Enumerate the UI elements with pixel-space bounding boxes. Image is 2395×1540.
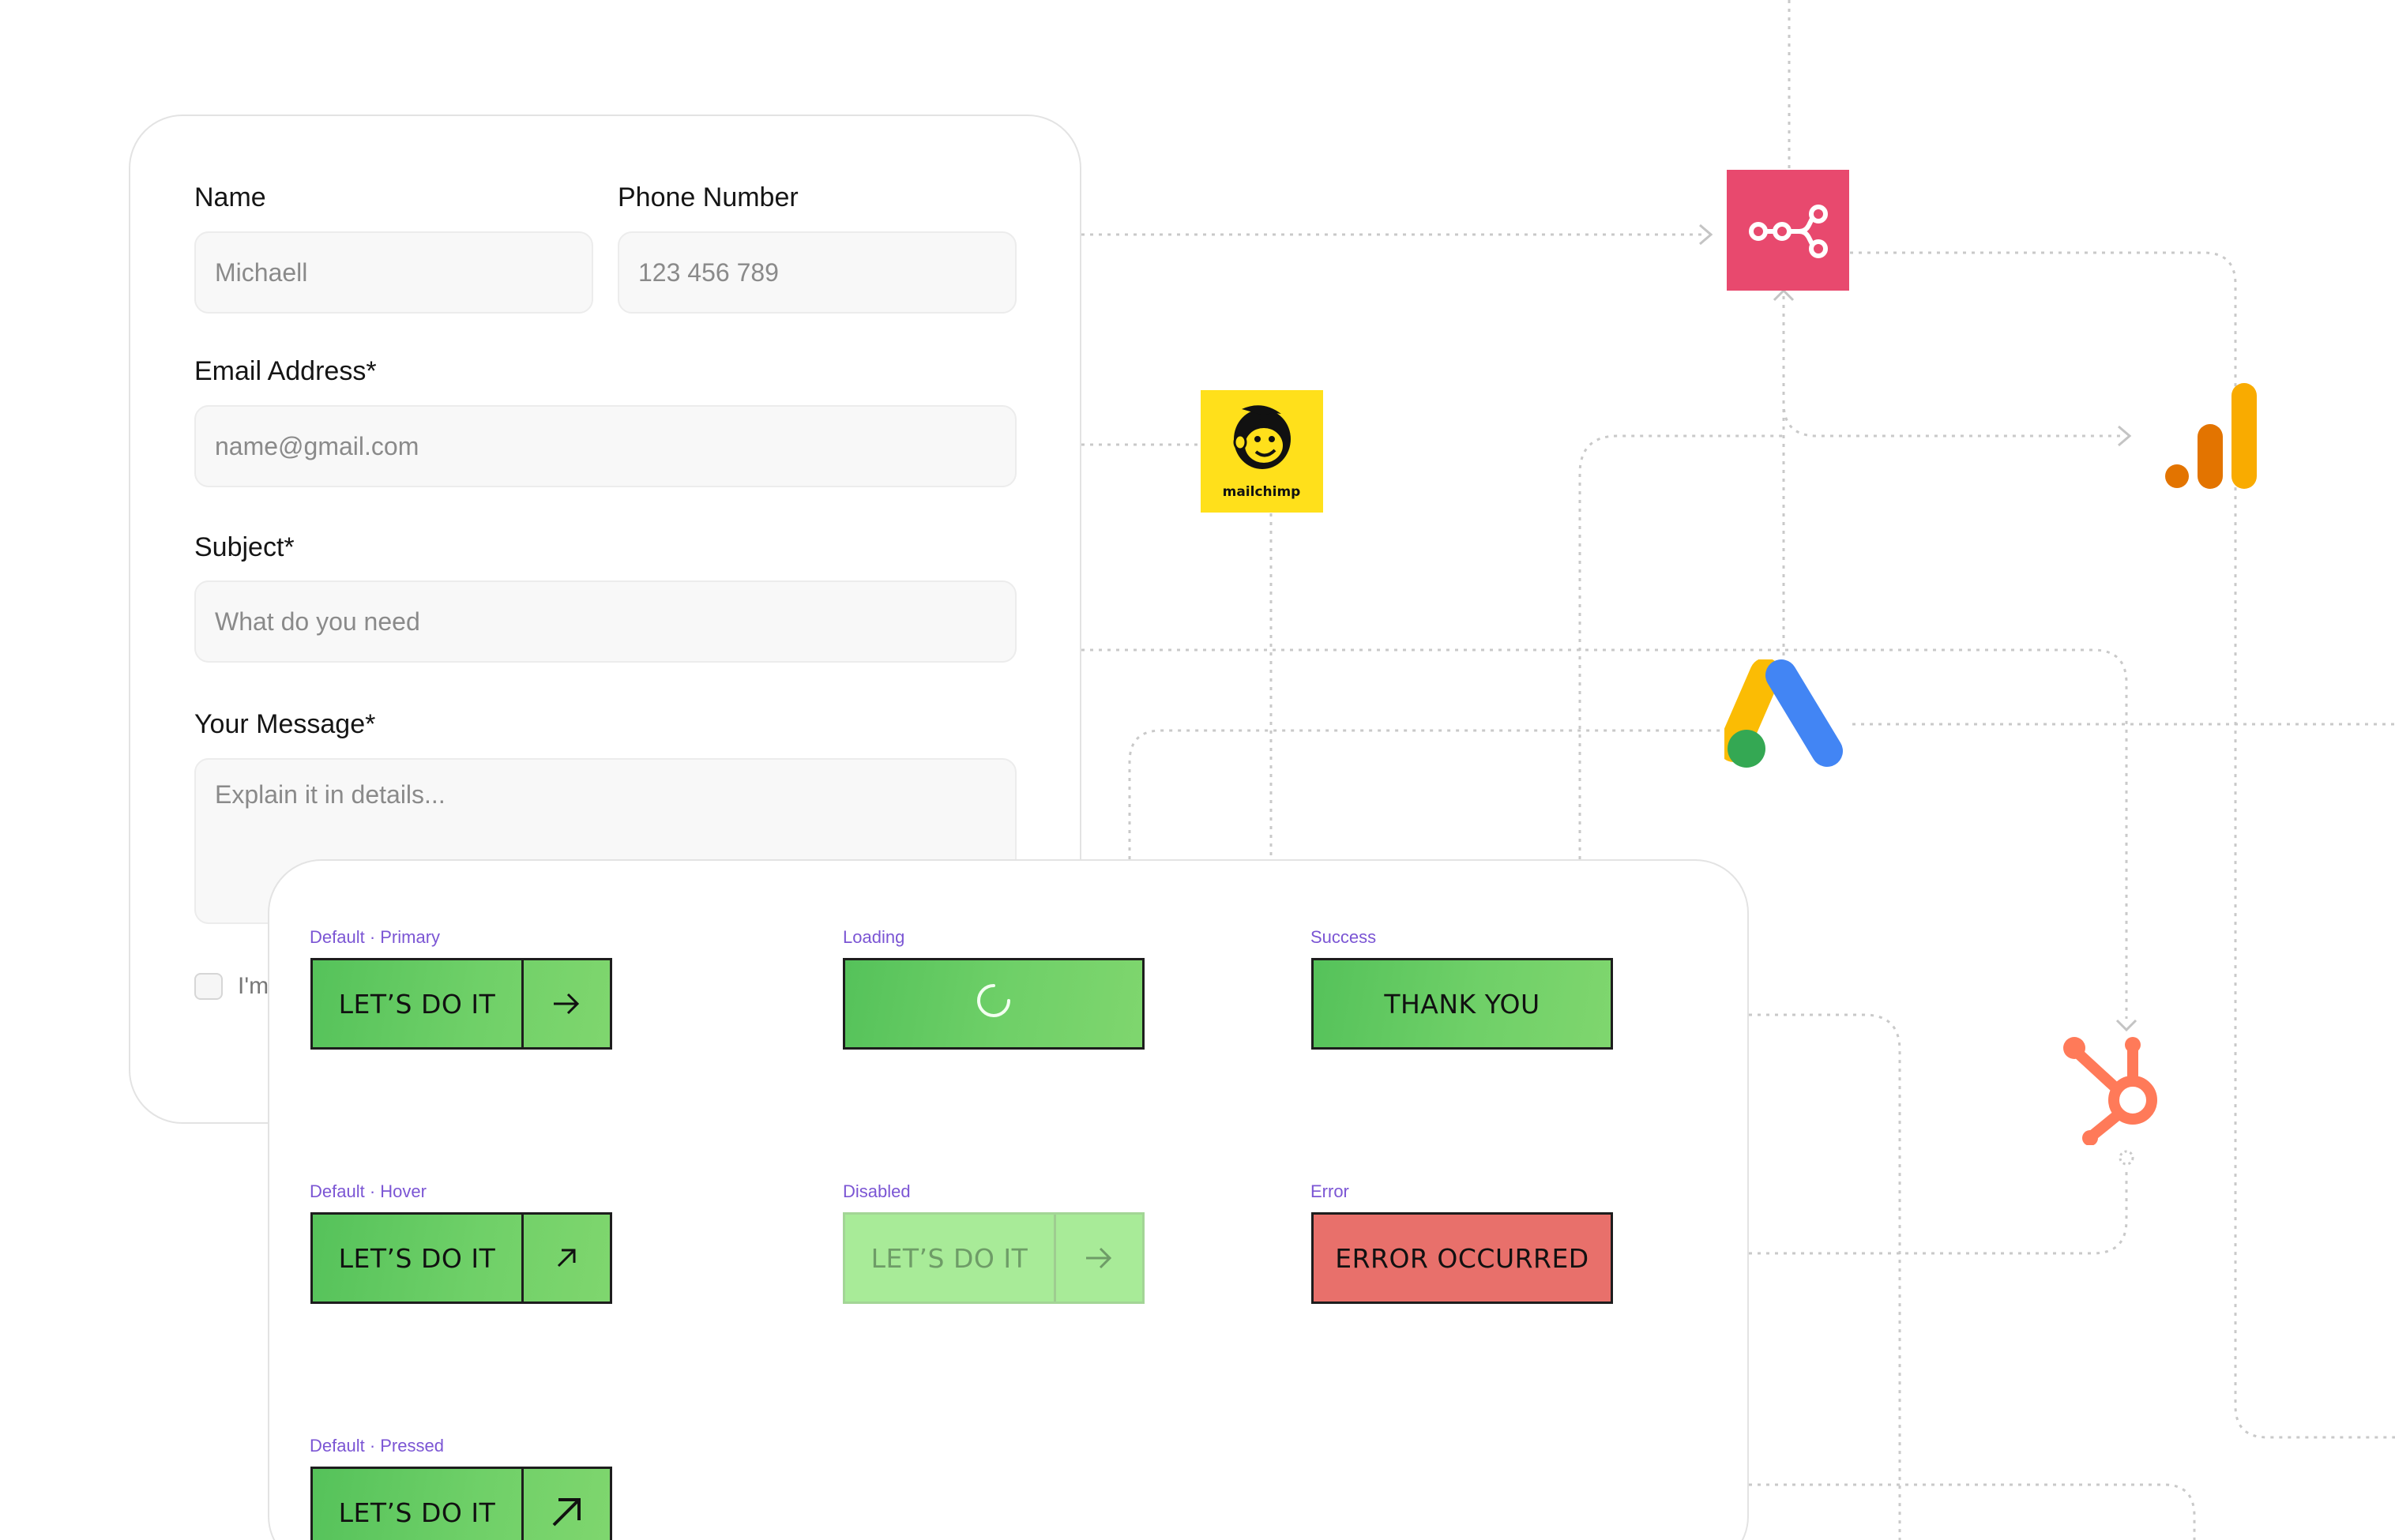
arrow-right-icon (521, 960, 610, 1047)
button-states-card: Default · Primary LET’S DO IT Loading Su… (268, 859, 1749, 1540)
error-occurred-button[interactable]: ERROR OCCURRED (1311, 1212, 1613, 1304)
message-label: Your Message* (194, 709, 376, 739)
arrow-up-right-icon (521, 1469, 610, 1540)
button-text: LET’S DO IT (338, 1242, 496, 1274)
google-ads-logo (1724, 659, 1851, 770)
button-text: LET’S DO IT (338, 988, 496, 1020)
subject-label: Subject* (194, 532, 295, 562)
button-text: THANK YOU (1384, 988, 1540, 1020)
state-label-loading: Loading (843, 927, 905, 947)
lets-do-it-button-hover[interactable]: LET’S DO IT (310, 1212, 612, 1304)
webhook-logo (1727, 170, 1849, 291)
subject-input[interactable]: What do you need (194, 580, 1017, 663)
button-text: LET’S DO IT (338, 1497, 496, 1528)
arrow-up-right-icon (521, 1215, 610, 1301)
button-text: LET’S DO IT (870, 1242, 1028, 1274)
mailchimp-wordmark: mailchimp (1223, 484, 1301, 500)
lets-do-it-button-pressed[interactable]: LET’S DO IT (310, 1467, 612, 1540)
state-label-success: Success (1310, 927, 1377, 947)
thank-you-button[interactable]: THANK YOU (1311, 958, 1613, 1050)
spinner-icon (974, 981, 1013, 1027)
loading-button[interactable] (843, 958, 1145, 1050)
email-input[interactable]: name@gmail.com (194, 405, 1017, 487)
phone-input[interactable]: 123 456 789 (618, 231, 1017, 314)
hubspot-logo (2060, 1031, 2167, 1145)
state-label-default-pressed: Default · Pressed (310, 1436, 444, 1455)
email-label: Email Address* (194, 356, 377, 386)
lets-do-it-button-primary[interactable]: LET’S DO IT (310, 958, 612, 1050)
arrow-right-icon (1053, 1215, 1142, 1301)
name-input[interactable]: Michaell (194, 231, 593, 314)
state-label-default-hover: Default · Hover (310, 1181, 427, 1201)
lets-do-it-button-disabled[interactable]: LET’S DO IT (843, 1212, 1145, 1304)
mailchimp-logo: mailchimp (1201, 390, 1323, 513)
state-label-default-primary: Default · Primary (310, 927, 441, 947)
consent-text: I'm (238, 973, 269, 999)
state-label-disabled: Disabled (843, 1181, 911, 1201)
consent-checkbox[interactable] (194, 973, 223, 1000)
google-analytics-logo (2164, 383, 2259, 490)
phone-label: Phone Number (618, 182, 799, 212)
button-text: ERROR OCCURRED (1335, 1242, 1589, 1274)
name-label: Name (194, 182, 266, 212)
state-label-error: Error (1310, 1181, 1349, 1201)
